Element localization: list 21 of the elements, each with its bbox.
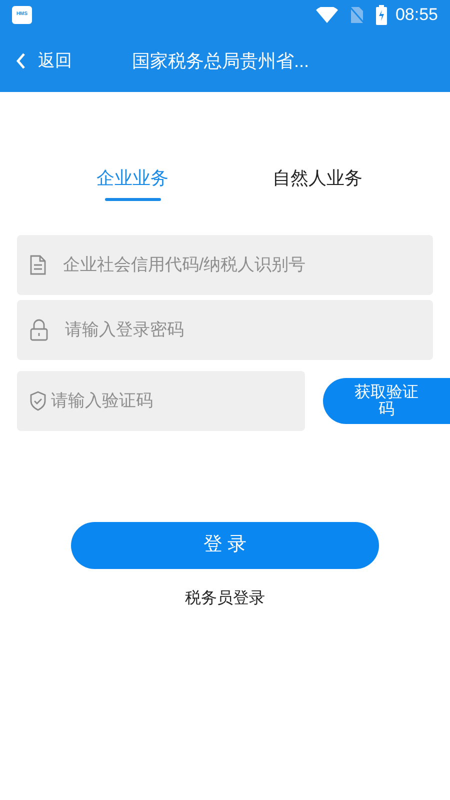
wifi-icon — [316, 7, 338, 23]
get-code-button[interactable]: 获取验证码 — [323, 378, 450, 424]
input-field[interactable]: 请输入验证码 — [17, 371, 305, 431]
page-title: 国家税务总局贵州省... — [132, 50, 310, 72]
login-button[interactable]: 登 录 — [71, 522, 379, 569]
staff-login-link[interactable]: 税务员登录 — [185, 587, 265, 611]
input-field[interactable]: 请输入登录密码 — [17, 300, 433, 360]
text-input[interactable]: 企业社会信用代码/纳税人识别号 — [63, 252, 433, 278]
input-field[interactable]: 企业社会信用代码/纳税人识别号 — [17, 235, 433, 295]
back-button[interactable]: 返回 — [16, 48, 72, 74]
document-icon — [29, 255, 47, 275]
text-input[interactable]: 请输入登录密码 — [65, 317, 433, 343]
tab[interactable]: 企业业务 — [40, 165, 225, 201]
chevron-left-icon — [16, 53, 26, 69]
clock-time: 08:55 — [395, 4, 438, 26]
tab[interactable]: 自然人业务 — [225, 165, 410, 201]
battery-charging-icon — [376, 5, 388, 25]
no-sim-icon — [350, 6, 364, 24]
lock-icon — [29, 319, 49, 341]
text-input[interactable]: 请输入验证码 — [51, 388, 305, 414]
shield-check-icon — [29, 391, 47, 411]
